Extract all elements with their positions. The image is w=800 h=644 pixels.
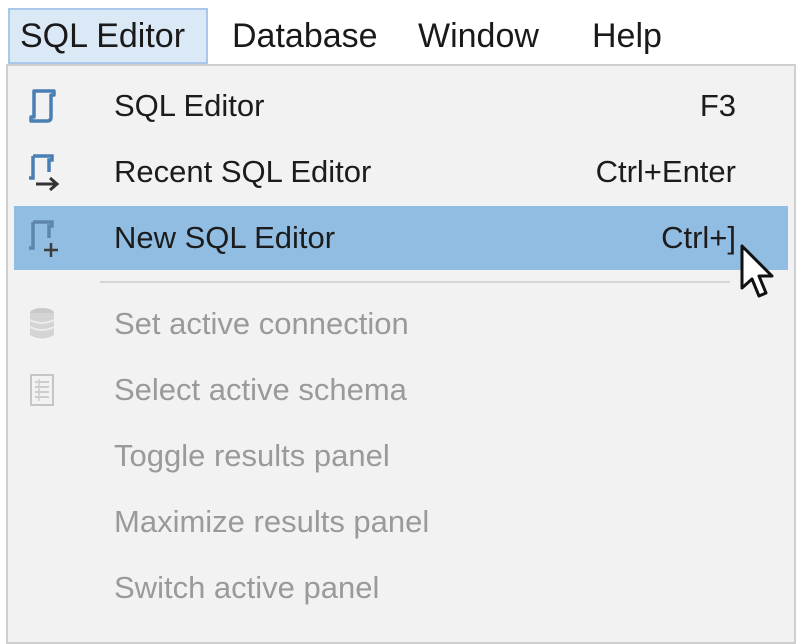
schema-icon <box>30 374 54 406</box>
menu-item-label: Toggle results panel <box>114 438 390 473</box>
menu-item-shortcut: Ctrl+Enter <box>595 154 736 189</box>
menu-item-label: Select active schema <box>114 372 407 407</box>
menu-item-switch-active-panel[interactable]: Switch active panel <box>14 556 788 620</box>
new-sql-editor-icon <box>29 220 58 257</box>
menu-item-set-active-connection[interactable]: Set active connection <box>14 292 788 356</box>
menu-item-toggle-results-panel[interactable]: Toggle results panel <box>14 424 788 488</box>
sql-editor-icon <box>29 89 56 123</box>
menu-item-label: Recent SQL Editor <box>114 154 372 189</box>
menu-item-label: SQL Editor <box>114 88 265 123</box>
menu-sql-editor[interactable]: SQL Editor <box>8 8 208 64</box>
menu-item-shortcut: Ctrl+] <box>661 220 736 255</box>
sql-editor-dropdown: SQL Editor F3 Recent SQL Editor Ctrl+Ent… <box>6 64 796 644</box>
menu-separator <box>100 281 730 283</box>
database-icon <box>29 308 55 339</box>
menu-item-label: Maximize results panel <box>114 504 430 539</box>
menu-item-maximize-results-panel[interactable]: Maximize results panel <box>14 490 788 554</box>
mouse-cursor-icon <box>740 244 774 298</box>
menu-database[interactable]: Database <box>222 8 392 64</box>
recent-sql-editor-icon <box>29 154 60 192</box>
menu-item-label: Set active connection <box>114 306 409 341</box>
menu-help[interactable]: Help <box>582 8 682 64</box>
menu-bar: SQL Editor Database Window Help <box>0 0 800 70</box>
menu-window[interactable]: Window <box>408 8 568 64</box>
menu-item-recent-sql-editor[interactable]: Recent SQL Editor Ctrl+Enter <box>14 140 788 204</box>
menu-item-sql-editor[interactable]: SQL Editor F3 <box>14 74 788 138</box>
menu-item-label: Switch active panel <box>114 570 380 605</box>
menu-item-shortcut: F3 <box>699 88 736 123</box>
menu-item-label: New SQL Editor <box>114 220 336 255</box>
menu-item-new-sql-editor[interactable]: New SQL Editor Ctrl+] <box>14 206 788 270</box>
menu-item-select-active-schema[interactable]: Select active schema <box>14 358 788 422</box>
